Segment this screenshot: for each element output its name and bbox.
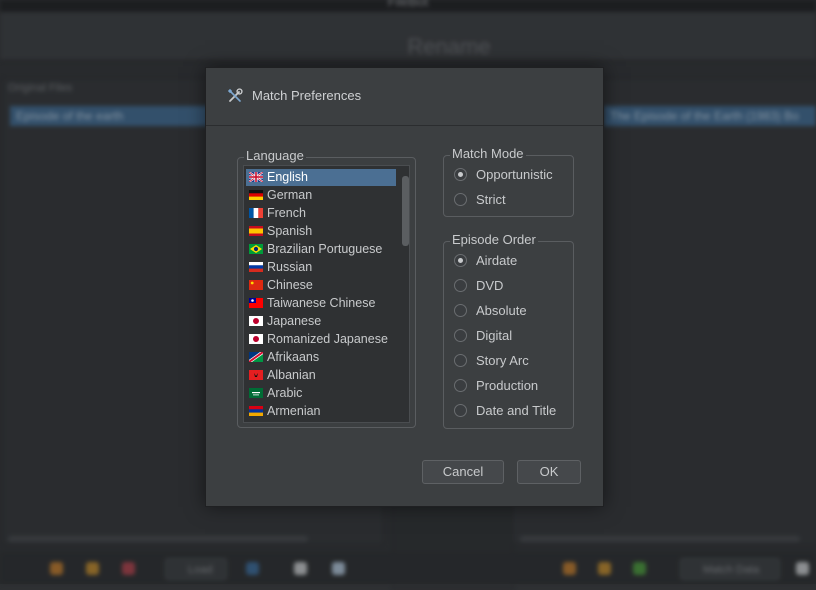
dialog-header: Match Preferences <box>206 68 603 126</box>
jp-flag-icon <box>249 316 263 326</box>
radio-label: Opportunistic <box>476 167 553 182</box>
radio-label: Story Arc <box>476 353 529 368</box>
na-flag-icon <box>249 352 263 362</box>
language-item-russian[interactable]: Russian <box>246 259 396 276</box>
language-list-scroll-thumb[interactable] <box>402 176 409 246</box>
language-item-label: Brazilian Portuguese <box>267 242 383 256</box>
de-flag-icon <box>249 190 263 200</box>
language-list[interactable]: English German French Spanish Brazilian … <box>243 165 410 423</box>
language-item-label: Albanian <box>267 368 316 382</box>
br-flag-icon <box>249 244 263 254</box>
language-item-spanish[interactable]: Spanish <box>246 223 396 240</box>
language-item-armenian[interactable]: Armenian <box>246 403 396 420</box>
sa-flag-icon <box>249 388 263 398</box>
radio-button[interactable] <box>454 404 467 417</box>
episode-order-legend: Episode Order <box>450 232 538 247</box>
radio-button-selected[interactable] <box>454 254 467 267</box>
ok-button[interactable]: OK <box>517 460 581 484</box>
es-flag-icon <box>249 226 263 236</box>
language-item-label: Japanese <box>267 314 322 328</box>
language-item-arabic[interactable]: Arabic <box>246 385 396 402</box>
radio-button[interactable] <box>454 379 467 392</box>
match-preferences-dialog: Match Preferences Language English Germa… <box>205 67 604 507</box>
language-item-label: German <box>267 188 313 202</box>
language-item-albanian[interactable]: Albanian <box>246 367 396 384</box>
radio-label: Strict <box>476 192 506 207</box>
language-list-scrollbar[interactable] <box>402 168 409 420</box>
radio-button[interactable] <box>454 193 467 206</box>
jp-flag-icon <box>249 334 263 344</box>
cn-flag-icon <box>249 280 263 290</box>
am-flag-icon <box>249 406 263 416</box>
language-item-taiwanese-chinese[interactable]: Taiwanese Chinese <box>246 295 396 312</box>
radio-button[interactable] <box>454 329 467 342</box>
language-item-afrikaans[interactable]: Afrikaans <box>246 349 396 366</box>
radio-label: Absolute <box>476 303 527 318</box>
language-item-brazilian-portuguese[interactable]: Brazilian Portuguese <box>246 241 396 258</box>
language-item-label: Russian <box>267 260 313 274</box>
ru-flag-icon <box>249 262 263 272</box>
language-item-romanized-japanese[interactable]: Romanized Japanese <box>246 331 396 348</box>
radio-label: DVD <box>476 278 504 293</box>
language-item-french[interactable]: French <box>246 205 396 222</box>
radio-label: Airdate <box>476 253 518 268</box>
dialog-title: Match Preferences <box>252 88 362 103</box>
language-item-label: French <box>267 206 306 220</box>
al-flag-icon <box>249 370 263 380</box>
language-legend: Language <box>244 148 306 163</box>
language-item-english[interactable]: English <box>246 169 396 186</box>
language-item-label: Arabic <box>267 386 303 400</box>
language-item-german[interactable]: German <box>246 187 396 204</box>
radio-label: Date and Title <box>476 403 557 418</box>
match-mode-group <box>443 155 574 217</box>
language-item-label: Taiwanese Chinese <box>267 296 376 310</box>
language-item-chinese[interactable]: Chinese <box>246 277 396 294</box>
radio-button[interactable] <box>454 279 467 292</box>
radio-label: Digital <box>476 328 513 343</box>
fr-flag-icon <box>249 208 263 218</box>
radio-button[interactable] <box>454 304 467 317</box>
language-item-label: Spanish <box>267 224 313 238</box>
wrench-screwdriver-icon <box>227 88 243 102</box>
language-item-label: Chinese <box>267 278 313 292</box>
cancel-button[interactable]: Cancel <box>422 460 504 484</box>
tw-flag-icon <box>249 298 263 308</box>
radio-button[interactable] <box>454 354 467 367</box>
uk-flag-icon <box>249 172 263 182</box>
language-item-label: Armenian <box>267 404 321 418</box>
match-mode-legend: Match Mode <box>450 146 526 161</box>
language-item-japanese[interactable]: Japanese <box>246 313 396 330</box>
language-item-label: Romanized Japanese <box>267 332 388 346</box>
radio-button-selected[interactable] <box>454 168 467 181</box>
radio-label: Production <box>476 378 539 393</box>
language-item-label: Afrikaans <box>267 350 320 364</box>
language-item-label: English <box>267 170 308 184</box>
